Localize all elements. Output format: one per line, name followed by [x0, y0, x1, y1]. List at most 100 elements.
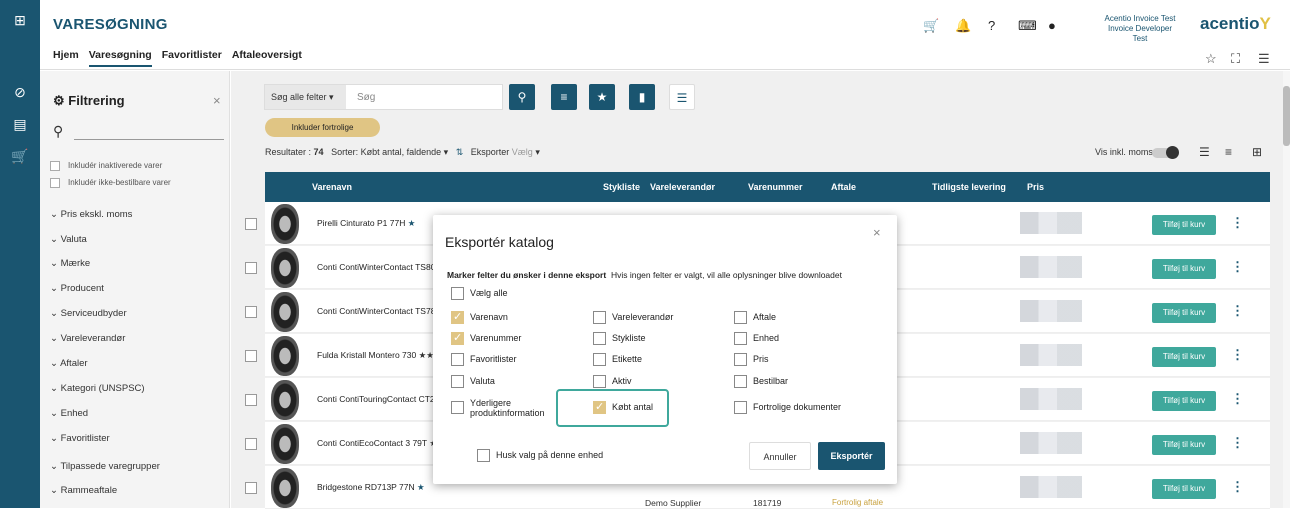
facet-favorite-lists[interactable]: ⌄ Favoritlister — [50, 433, 110, 444]
include-inactive-checkbox[interactable]: Inkludér inaktiverede varer — [50, 161, 162, 171]
bell-icon[interactable]: 🔔 — [955, 18, 971, 34]
select-all-checkbox[interactable]: Vælg alle — [451, 287, 508, 300]
field-enhed-checkbox[interactable]: Enhed — [734, 332, 779, 345]
list-button[interactable]: ☰ — [669, 84, 695, 110]
cart-icon[interactable]: 🛒 — [11, 147, 29, 165]
search-input[interactable]: Søg — [357, 92, 375, 103]
more-icon[interactable]: ⋮ — [1231, 215, 1244, 231]
row-checkbox[interactable] — [245, 438, 257, 450]
facet-supplier[interactable]: ⌄ Vareleverandør — [50, 333, 125, 344]
add-to-cart-button[interactable]: Tilføj til kurv — [1152, 259, 1216, 279]
facet-brand[interactable]: ⌄ Mærke — [50, 258, 90, 269]
field-vareleverandor-checkbox[interactable]: Vareleverandør — [593, 311, 673, 324]
help-icon[interactable]: ? — [988, 18, 995, 33]
add-to-cart-button[interactable]: Tilføj til kurv — [1152, 435, 1216, 455]
close-icon[interactable]: × — [213, 93, 221, 108]
field-pris-checkbox[interactable]: Pris — [734, 353, 769, 366]
add-to-cart-button[interactable]: Tilføj til kurv — [1152, 303, 1216, 323]
field-aktiv-checkbox[interactable]: Aktiv — [593, 375, 632, 388]
include-unorderable-checkbox[interactable]: Inkludér ikke-bestilbare varer — [50, 178, 171, 188]
more-icon[interactable]: ⋮ — [1231, 303, 1244, 319]
col-aftale[interactable]: Aftale — [831, 182, 856, 192]
vat-toggle[interactable] — [1152, 146, 1179, 159]
col-varenummer[interactable]: Varenummer — [748, 182, 803, 192]
add-to-cart-button[interactable]: Tilføj til kurv — [1152, 479, 1216, 499]
more-icon[interactable]: ⋮ — [1231, 259, 1244, 275]
sort-select[interactable]: Købt antal, faldende — [361, 147, 442, 157]
more-icon[interactable]: ⋮ — [1231, 391, 1244, 407]
menu-icon[interactable]: ☰ — [1258, 51, 1270, 67]
field-fortrolige-checkbox[interactable]: Fortrolige dokumenter — [734, 401, 841, 414]
row-checkbox[interactable] — [245, 482, 257, 494]
product-name[interactable]: Conti ContiWinterContact TS800 — [317, 262, 440, 272]
add-to-cart-button[interactable]: Tilføj til kurv — [1152, 391, 1216, 411]
bookmark-button[interactable]: ▮ — [629, 84, 655, 110]
facet-unit[interactable]: ⌄ Enhed — [50, 408, 88, 419]
row-checkbox[interactable] — [245, 350, 257, 362]
facet-price[interactable]: ⌄ Pris ekskl. moms — [50, 209, 132, 220]
more-icon[interactable]: ⋮ — [1231, 347, 1244, 363]
field-etikette-checkbox[interactable]: Etikette — [593, 353, 642, 366]
filter-search-input[interactable] — [74, 139, 224, 140]
keyboard-icon[interactable]: ⌨ — [1018, 18, 1037, 34]
facet-service-provider[interactable]: ⌄ Serviceudbyder — [50, 308, 127, 319]
search-button[interactable]: ⚲ — [509, 84, 535, 110]
scrollbar-thumb[interactable] — [1283, 86, 1290, 146]
document-icon[interactable]: ▤ — [11, 115, 29, 133]
compass-icon[interactable]: ⊘ — [11, 83, 29, 101]
product-name[interactable]: Conti ContiTouringContact CT22 — [317, 394, 439, 404]
favorites-button[interactable]: ★ — [589, 84, 615, 110]
cart-icon[interactable]: 🛒 — [923, 18, 939, 34]
tab-aftaleoversigt[interactable]: Aftaleoversigt — [232, 49, 302, 67]
list-view-icon[interactable]: ☰ — [1199, 145, 1210, 159]
close-icon[interactable]: × — [873, 225, 881, 240]
facet-producer[interactable]: ⌄ Producent — [50, 283, 104, 294]
field-yderligere-checkbox[interactable]: Yderligere produktinformation — [451, 398, 550, 418]
field-stykliste-checkbox[interactable]: Stykliste — [593, 332, 646, 345]
col-vareleverandor[interactable]: Vareleverandør — [650, 182, 715, 192]
field-varenummer-checkbox[interactable]: Varenummer — [451, 331, 521, 345]
facet-category[interactable]: ⌄ Kategori (UNSPSC) — [50, 383, 145, 394]
tab-varesogning[interactable]: Varesøgning — [88, 49, 152, 67]
row-checkbox[interactable] — [245, 218, 257, 230]
row-checkbox[interactable] — [245, 262, 257, 274]
product-name[interactable]: Conti ContiWinterContact TS780 — [317, 306, 440, 316]
more-icon[interactable]: ⋮ — [1231, 479, 1244, 495]
search-field-select[interactable]: Søg alle felter ▾ — [265, 85, 346, 109]
tab-favoritlister[interactable]: Favoritlister — [162, 49, 222, 67]
user-icon[interactable]: ● — [1048, 18, 1056, 33]
field-bestilbar-checkbox[interactable]: Bestilbar — [734, 375, 788, 388]
tab-hjem[interactable]: Hjem — [53, 49, 79, 67]
grid-icon[interactable]: ⊞ — [0, 0, 40, 40]
facet-currency[interactable]: ⌄ Valuta — [50, 234, 87, 245]
more-icon[interactable]: ⋮ — [1231, 435, 1244, 451]
filter-button[interactable]: ≡ — [551, 84, 577, 110]
facet-framework[interactable]: ⌄ Rammeaftale — [50, 485, 117, 496]
fullscreen-icon[interactable]: ⛶ — [1231, 51, 1240, 67]
field-aftale-checkbox[interactable]: Aftale — [734, 311, 776, 324]
row-checkbox[interactable] — [245, 394, 257, 406]
export-button[interactable]: Eksportér — [818, 442, 885, 470]
agreement-cell[interactable]: Fortrolig aftale — [832, 498, 883, 507]
add-to-cart-button[interactable]: Tilføj til kurv — [1152, 215, 1216, 235]
compact-view-icon[interactable]: ≡ — [1225, 145, 1232, 159]
user-info[interactable]: Acentio Invoice Test Invoice Developer T… — [1100, 14, 1180, 44]
add-to-cart-button[interactable]: Tilføj til kurv — [1152, 347, 1216, 367]
grid-view-icon[interactable]: ⊞ — [1252, 145, 1262, 159]
col-tidligste-levering[interactable]: Tidligste levering — [932, 182, 1006, 192]
facet-agreements[interactable]: ⌄ Aftaler — [50, 358, 88, 369]
include-confidential-button[interactable]: Inkluder fortrolige — [265, 118, 380, 137]
scrollbar[interactable] — [1283, 71, 1290, 508]
facet-custom-groups[interactable]: ⌄ Tilpassede varegrupper — [50, 461, 160, 472]
cancel-button[interactable]: Annuller — [749, 442, 811, 470]
row-checkbox[interactable] — [245, 306, 257, 318]
star-icon[interactable]: ☆ — [1205, 51, 1217, 67]
field-valuta-checkbox[interactable]: Valuta — [451, 375, 495, 388]
remember-choice-checkbox[interactable]: Husk valg på denne enhed — [477, 449, 603, 462]
col-pris[interactable]: Pris — [1027, 182, 1044, 192]
col-varenavn[interactable]: Varenavn — [312, 182, 352, 192]
field-favoritlister-checkbox[interactable]: Favoritlister — [451, 353, 517, 366]
export-select[interactable]: Vælg — [512, 147, 533, 157]
col-stykliste[interactable]: Stykliste — [603, 182, 640, 192]
field-kobt-antal-checkbox[interactable]: Købt antal — [593, 400, 653, 414]
